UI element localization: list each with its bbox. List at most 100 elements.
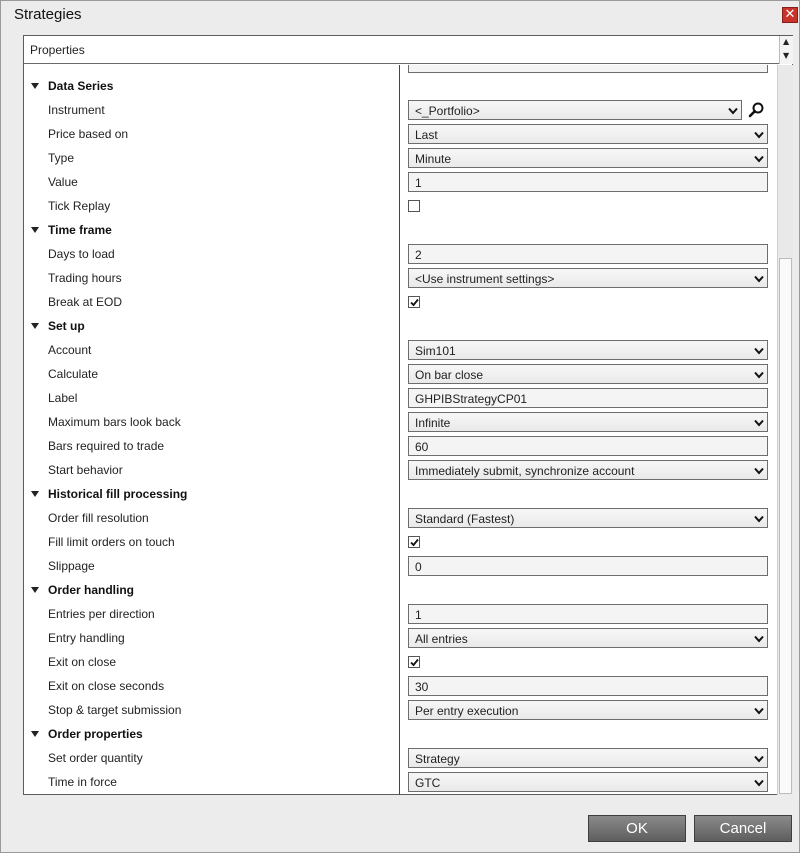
partial-field [408,65,768,73]
price-based-on-select[interactable]: Last [408,124,768,144]
property-row-time-in-force: Time in force GTC [24,770,777,794]
property-row-entry-handling: Entry handling All entries [24,626,777,650]
calculate-select[interactable]: On bar close [408,364,768,384]
triangle-down-icon[interactable] [31,731,39,737]
days-to-load-input[interactable]: 2 [408,244,768,264]
chevron-down-icon[interactable] [754,707,764,715]
chevron-down-icon[interactable] [754,131,764,139]
chevron-down-icon[interactable] [728,107,738,115]
chevron-down-icon[interactable] [754,275,764,283]
category-data-series[interactable]: Data Series [24,74,777,98]
property-row-entries-per-direction: Entries per direction 1 [24,602,777,626]
time-in-force-select[interactable]: GTC [408,772,768,792]
category-time-frame[interactable]: Time frame [24,218,777,242]
category-set-up[interactable]: Set up [24,314,777,338]
set-order-quantity-select[interactable]: Strategy [408,748,768,768]
field-value: Standard (Fastest) [415,512,515,526]
field-value: All entries [415,632,468,646]
vertical-scrollbar[interactable] [777,65,793,795]
property-row-value: Value 1 [24,170,777,194]
property-label: Value [48,175,78,189]
tick-replay-checkbox[interactable] [408,200,420,212]
properties-panel: Properties ▲ ▼ Data Series Instrument <_Po… [23,35,793,795]
chevron-down-icon[interactable] [754,155,764,163]
property-label: Trading hours [48,271,122,285]
property-row-break-at-eod: Break at EOD [24,290,777,314]
chevron-down-icon[interactable] [754,347,764,355]
property-row-label: Label GHPIBStrategyCP01 [24,386,777,410]
triangle-down-icon[interactable] [31,491,39,497]
property-label: Bars required to trade [48,439,165,453]
property-label: Set up [48,319,85,333]
property-label: Break at EOD [48,295,123,309]
property-label: Time frame [48,223,112,237]
scroll-up-icon[interactable]: ▲ [783,37,789,46]
property-row-type: Type Minute [24,146,777,170]
search-icon[interactable] [748,101,766,119]
property-label: Order handling [48,583,135,597]
exit-on-close-checkbox[interactable] [408,656,420,668]
break-at-eod-checkbox[interactable] [408,296,420,308]
chevron-down-icon[interactable] [754,779,764,787]
chevron-down-icon[interactable] [754,419,764,427]
field-value: Infinite [415,416,451,430]
property-label: Start behavior [48,463,123,477]
maximum-bars-look-back-select[interactable]: Infinite [408,412,768,432]
property-label: Historical fill processing [48,487,188,501]
bars-required-to-trade-input[interactable]: 60 [408,436,768,456]
property-row-instrument: Instrument <_Portfolio> [24,98,777,122]
field-value: 30 [415,680,429,694]
account-select[interactable]: Sim101 [408,340,768,360]
chevron-down-icon[interactable] [754,467,764,475]
scrollbar-thumb[interactable] [779,258,792,794]
triangle-down-icon[interactable] [31,83,39,89]
property-label: Instrument [48,103,105,117]
fill-limit-orders-on-touch-checkbox[interactable] [408,536,420,548]
value-input[interactable]: 1 [408,172,768,192]
category-historical-fill-processing[interactable]: Historical fill processing [24,482,777,506]
property-row-tick-replay: Tick Replay [24,194,777,218]
property-label: Slippage [48,559,95,573]
property-label: Price based on [48,127,129,141]
entry-handling-select[interactable]: All entries [408,628,768,648]
entries-per-direction-input[interactable]: 1 [408,604,768,624]
property-label: Exit on close seconds [48,679,165,693]
field-value: <_Portfolio> [415,104,480,118]
property-label: Order fill resolution [48,511,149,525]
field-value: Strategy [415,752,460,766]
triangle-down-icon[interactable] [31,227,39,233]
property-row-slippage: Slippage 0 [24,554,777,578]
scroll-down-icon[interactable]: ▼ [783,51,789,60]
field-value: 0 [415,560,422,574]
chevron-down-icon[interactable] [754,515,764,523]
column-divider[interactable] [399,65,400,795]
triangle-down-icon[interactable] [31,587,39,593]
chevron-down-icon[interactable] [754,635,764,643]
order-fill-resolution-select[interactable]: Standard (Fastest) [408,508,768,528]
ok-button[interactable]: OK [588,815,686,842]
chevron-down-icon[interactable] [754,755,764,763]
field-value: GTC [415,776,441,790]
cancel-button[interactable]: Cancel [694,815,792,842]
property-label: Account [48,343,92,357]
close-icon[interactable]: ✕ [782,7,798,23]
trading-hours-select[interactable]: <Use instrument settings> [408,268,768,288]
exit-on-close-seconds-input[interactable]: 30 [408,676,768,696]
strategies-dialog: Strategies ✕ Properties ▲ ▼ Data Series I… [0,0,800,853]
field-value: Immediately submit, synchronize account [415,464,635,478]
slippage-input[interactable]: 0 [408,556,768,576]
field-value: <Use instrument settings> [415,272,555,286]
field-value: GHPIBStrategyCP01 [415,392,528,406]
property-label: Entry handling [48,631,125,645]
start-behavior-select[interactable]: Immediately submit, synchronize account [408,460,768,480]
field-value: 60 [415,440,429,454]
category-order-handling[interactable]: Order handling [24,578,777,602]
type-select[interactable]: Minute [408,148,768,168]
chevron-down-icon[interactable] [754,371,764,379]
triangle-down-icon[interactable] [31,323,39,329]
stop-target-submission-select[interactable]: Per entry execution [408,700,768,720]
title-bar: Strategies ✕ [1,1,799,29]
label-input[interactable]: GHPIBStrategyCP01 [408,388,768,408]
category-order-properties[interactable]: Order properties [24,722,777,746]
instrument-select[interactable]: <_Portfolio> [408,100,742,120]
